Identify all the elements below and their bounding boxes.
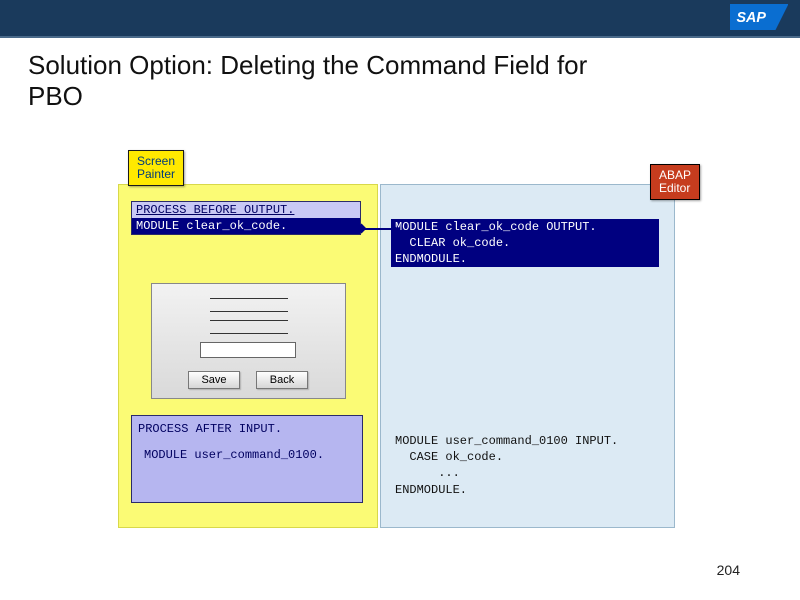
- pai-line-2: MODULE user_command_0100.: [138, 448, 356, 462]
- pai-line-1: PROCESS AFTER INPUT.: [138, 422, 356, 436]
- diagram-stage: Screen Painter ABAP Editor PROCESS BEFOR…: [100, 150, 720, 530]
- form-input-3: [200, 342, 296, 358]
- pbo-code-block: PROCESS BEFORE OUTPUT. MODULE clear_ok_c…: [131, 201, 361, 235]
- screen-painter-tag-l2: Painter: [137, 167, 175, 181]
- module-line-3: ENDMODULE.: [391, 251, 659, 267]
- pai-module-code: MODULE user_command_0100 INPUT. CASE ok_…: [395, 433, 618, 498]
- back-button[interactable]: Back: [256, 371, 308, 389]
- pbo-module-code: MODULE clear_ok_code OUTPUT. CLEAR ok_co…: [391, 219, 659, 267]
- header-bar: SAP: [0, 0, 800, 36]
- connector-arrow-head: [391, 224, 399, 234]
- title-line-2: PBO: [28, 81, 83, 111]
- pbo-line-2: MODULE clear_ok_code.: [132, 218, 360, 234]
- form-field-1: [210, 298, 288, 312]
- module-line-1: MODULE clear_ok_code OUTPUT.: [391, 219, 659, 235]
- form-field-2: [210, 320, 288, 334]
- pai-code-block: PROCESS AFTER INPUT. MODULE user_command…: [131, 415, 363, 503]
- screen-painter-tag-l1: Screen: [137, 154, 175, 168]
- lower-l3: ...: [395, 466, 460, 480]
- sap-logo: SAP: [730, 4, 789, 30]
- screen-painter-panel: PROCESS BEFORE OUTPUT. MODULE clear_ok_c…: [118, 184, 378, 528]
- page-number: 204: [717, 562, 740, 578]
- title-line-1: Solution Option: Deleting the Command Fi…: [28, 50, 587, 80]
- module-line-2: CLEAR ok_code.: [391, 235, 659, 251]
- abap-editor-tag: ABAP Editor: [650, 164, 700, 200]
- sap-logo-text: SAP: [736, 10, 766, 26]
- lower-l2: CASE ok_code.: [395, 450, 503, 464]
- save-button[interactable]: Save: [188, 371, 240, 389]
- lower-l1: MODULE user_command_0100 INPUT.: [395, 434, 618, 448]
- screen-form-box: Save Back: [151, 283, 346, 399]
- lower-l4: ENDMODULE.: [395, 483, 467, 497]
- pbo-line-1: PROCESS BEFORE OUTPUT.: [132, 202, 360, 218]
- header-divider: [0, 36, 800, 38]
- connector-arrow-line: [363, 228, 393, 230]
- abap-editor-tag-l2: Editor: [659, 181, 690, 195]
- abap-editor-tag-l1: ABAP: [659, 168, 691, 182]
- screen-painter-tag: Screen Painter: [128, 150, 184, 186]
- abap-editor-panel: MODULE clear_ok_code OUTPUT. CLEAR ok_co…: [380, 184, 675, 528]
- slide-title: Solution Option: Deleting the Command Fi…: [28, 50, 772, 112]
